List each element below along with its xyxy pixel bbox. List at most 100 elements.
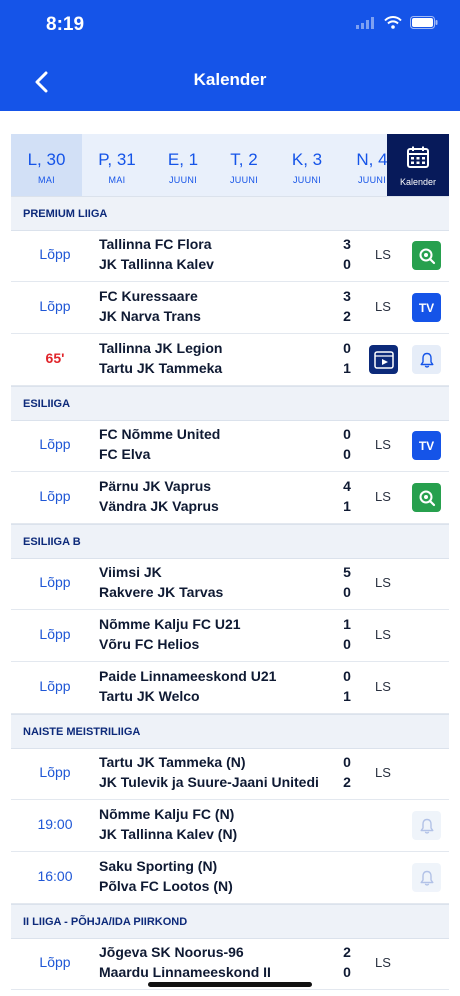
ls-label: LS — [375, 627, 391, 642]
notify-button[interactable] — [412, 811, 441, 840]
home-team: Tartu JK Tammeka (N) — [99, 754, 246, 770]
home-team: Viimsi JK — [99, 564, 162, 580]
status-icons — [356, 16, 438, 29]
home-team: Tallinna JK Legion — [99, 340, 223, 356]
match-status: Lõpp — [39, 678, 71, 694]
battery-icon — [410, 16, 438, 29]
match-row[interactable]: Lõpp Tallinna FC Flora JK Tallinna Kalev… — [11, 230, 449, 282]
away-team: JK Tallinna Kalev (N) — [99, 826, 238, 842]
video-button[interactable] — [369, 345, 398, 374]
match-status: Lõpp — [39, 574, 71, 590]
home-score: 2 — [343, 944, 351, 960]
ls-label: LS — [375, 679, 391, 694]
home-team: Tallinna FC Flora — [99, 236, 212, 252]
away-score: 1 — [343, 688, 351, 704]
home-team: Pärnu JK Vaprus — [99, 478, 212, 494]
away-team: Vändra JK Vaprus — [99, 498, 219, 514]
date-day: P, 31 — [98, 150, 136, 169]
ls-label: LS — [375, 765, 391, 780]
date-day: E, 1 — [167, 150, 199, 169]
home-score: 3 — [343, 236, 351, 252]
match-minute: 65' — [45, 350, 65, 366]
bell-icon — [420, 818, 433, 834]
away-score: 1 — [343, 498, 351, 514]
date-month: JUUNI — [169, 175, 197, 185]
home-score: 1 — [343, 616, 351, 632]
home-team: Paide Linnameeskond U21 — [99, 668, 277, 684]
match-status: Lõpp — [39, 764, 71, 780]
page-title: Kalender — [193, 70, 267, 89]
home-team: Jõgeva SK Noorus-96 — [99, 944, 244, 960]
home-score: 0 — [343, 426, 351, 442]
home-indicator[interactable] — [148, 982, 312, 987]
video-icon — [373, 350, 394, 369]
section-header: ESILIIGA B — [11, 524, 449, 559]
match-row[interactable]: Lõpp FC Kuressaare JK Narva Trans 3 2 LS… — [11, 282, 449, 334]
date-tab[interactable]: P, 31 MAI — [87, 134, 147, 196]
stream-icon — [419, 490, 435, 506]
home-score: 0 — [343, 668, 351, 684]
match-row[interactable]: Lõpp Nõmme Kalju FC U21 Võru FC Helios 1… — [11, 610, 449, 662]
notify-button[interactable] — [412, 863, 441, 892]
home-score: 3 — [343, 288, 351, 304]
date-month: JUUNI — [293, 175, 321, 185]
match-kickoff-time: 16:00 — [37, 868, 73, 884]
date-day: T, 2 — [230, 150, 258, 169]
calendar-button[interactable]: Kalender — [387, 134, 449, 196]
notify-button[interactable] — [412, 345, 441, 374]
match-row[interactable]: 65' Tallinna JK Legion Tartu JK Tammeka … — [11, 334, 449, 386]
away-team: JK Tallinna Kalev — [99, 256, 214, 272]
away-score: 0 — [343, 636, 351, 652]
wifi-icon — [384, 16, 402, 29]
ls-label: LS — [375, 299, 391, 314]
match-row[interactable]: 19:00 Nõmme Kalju FC (N) JK Tallinna Kal… — [11, 800, 449, 852]
match-kickoff-time: 19:00 — [37, 816, 73, 832]
match-row[interactable]: Lõpp Viimsi JK Rakvere JK Tarvas 5 0 LS — [11, 558, 449, 610]
ls-label: LS — [375, 489, 391, 504]
date-day: L, 30 — [27, 150, 66, 169]
away-team: Rakvere JK Tarvas — [99, 584, 224, 600]
stream-icon — [419, 248, 435, 264]
date-tab[interactable]: T, 2 JUUNI — [214, 134, 274, 196]
home-team: Nõmme Kalju FC (N) — [99, 806, 235, 822]
match-row[interactable]: Lõpp Paide Linnameeskond U21 Tartu JK We… — [11, 662, 449, 714]
match-status: Lõpp — [39, 488, 71, 504]
away-score: 1 — [343, 360, 351, 376]
home-score: 5 — [343, 564, 351, 580]
date-tab[interactable]: E, 1 JUUNI — [153, 134, 213, 196]
match-status: Lõpp — [39, 626, 71, 642]
match-row[interactable]: Lõpp Tartu JK Tammeka (N) JK Tulevik ja … — [11, 748, 449, 800]
section-header: ESILIIGA — [11, 386, 449, 421]
away-team: Tartu JK Welco — [99, 688, 200, 704]
match-row[interactable]: 16:00 Saku Sporting (N) Põlva FC Lootos … — [11, 852, 449, 904]
away-score: 0 — [343, 446, 351, 462]
match-row[interactable]: Lõpp FC Nõmme United FC Elva 0 0 LS TV — [11, 420, 449, 472]
away-team: FC Elva — [99, 446, 151, 462]
stream-button[interactable] — [412, 241, 441, 270]
home-team: FC Kuressaare — [99, 288, 198, 304]
tv-button[interactable]: TV — [412, 431, 441, 460]
section-title: PREMIUM LIIGA — [23, 208, 108, 220]
home-score: 0 — [343, 754, 351, 770]
section-header: II LIIGA - PÕHJA/IDA PIIRKOND — [11, 904, 449, 939]
calendar-icon — [407, 146, 429, 168]
status-time: 8:19 — [46, 14, 85, 35]
date-day: K, 3 — [291, 150, 323, 169]
home-team: FC Nõmme United — [99, 426, 221, 442]
section-title: NAISTE MEISTRILIIGA — [23, 726, 141, 738]
away-score: 2 — [343, 308, 351, 324]
date-selector: L, 30 MAI P, 31 MAI E, 1 JUUNI T, 2 JUUN… — [11, 134, 449, 196]
match-status: Lõpp — [39, 436, 71, 452]
date-tab[interactable]: K, 3 JUUNI — [277, 134, 337, 196]
away-score: 0 — [343, 964, 351, 980]
tv-button[interactable]: TV — [412, 293, 441, 322]
date-tab[interactable]: L, 30 MAI — [11, 134, 82, 196]
match-row[interactable]: Lõpp Pärnu JK Vaprus Vändra JK Vaprus 4 … — [11, 472, 449, 524]
bell-icon — [420, 352, 433, 368]
away-team: JK Narva Trans — [99, 308, 201, 324]
stream-button[interactable] — [412, 483, 441, 512]
away-team: JK Tulevik ja Suure-Jaani Unitedi — [99, 774, 319, 790]
date-month: JUUNI — [230, 175, 258, 185]
away-team: Tartu JK Tammeka — [99, 360, 223, 376]
ls-label: LS — [375, 247, 391, 262]
